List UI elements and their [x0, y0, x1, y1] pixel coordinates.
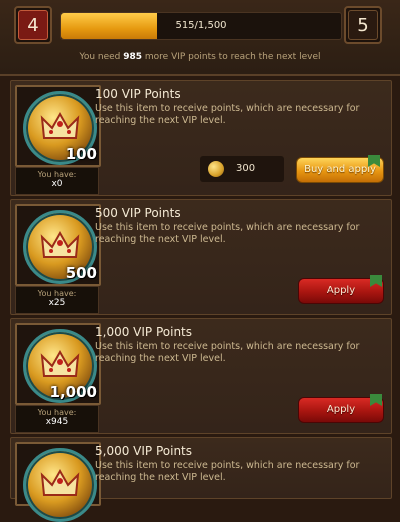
inventory-count: You have: x25 — [15, 286, 99, 314]
crown-icon — [40, 468, 80, 496]
vip-item-card: 5,000 VIP Points Use this item to receiv… — [10, 437, 392, 522]
inventory-count: You have: x0 — [15, 167, 99, 195]
price-tag: 300 — [200, 156, 284, 182]
item-title: 100 VIP Points — [95, 87, 181, 101]
vip-progress-bar: 515/1,500 — [60, 12, 342, 40]
vip-progress-header: 4 515/1,500 5 You need 985 more VIP poin… — [0, 0, 400, 76]
item-description: Use this item to receive points, which a… — [95, 460, 360, 483]
item-amount-badge: 1,000 — [49, 383, 97, 401]
progress-text: 515/1,500 — [175, 20, 227, 31]
item-description: Use this item to receive points, which a… — [95, 222, 360, 245]
item-icon-frame: 1,000 — [15, 323, 101, 405]
item-description: Use this item to receive points, which a… — [95, 103, 360, 126]
item-title: 1,000 VIP Points — [95, 325, 193, 339]
item-amount-badge: 100 — [65, 145, 97, 163]
price-value: 300 — [236, 163, 256, 174]
inventory-count: You have: x945 — [15, 405, 99, 433]
crown-icon — [40, 230, 80, 258]
current-vip-level-badge: 4 — [14, 6, 52, 44]
item-title: 5,000 VIP Points — [95, 444, 193, 458]
item-description: Use this item to receive points, which a… — [95, 341, 360, 364]
points-needed-value: 985 — [123, 52, 143, 62]
item-title: 500 VIP Points — [95, 206, 181, 220]
next-vip-level-badge: 5 — [344, 6, 382, 44]
item-icon-frame: 100 — [15, 85, 101, 167]
item-amount-badge: 500 — [65, 264, 97, 282]
points-needed-text: You need 985 more VIP points to reach th… — [79, 52, 321, 62]
gold-coin-icon — [208, 161, 224, 177]
next-level-value: 5 — [348, 10, 378, 40]
crown-icon — [40, 111, 80, 139]
vip-coin-icon — [23, 448, 97, 522]
crown-icon — [40, 349, 80, 377]
item-icon-frame — [15, 442, 101, 522]
item-icon-frame: 500 — [15, 204, 101, 286]
current-level-value: 4 — [18, 10, 48, 40]
